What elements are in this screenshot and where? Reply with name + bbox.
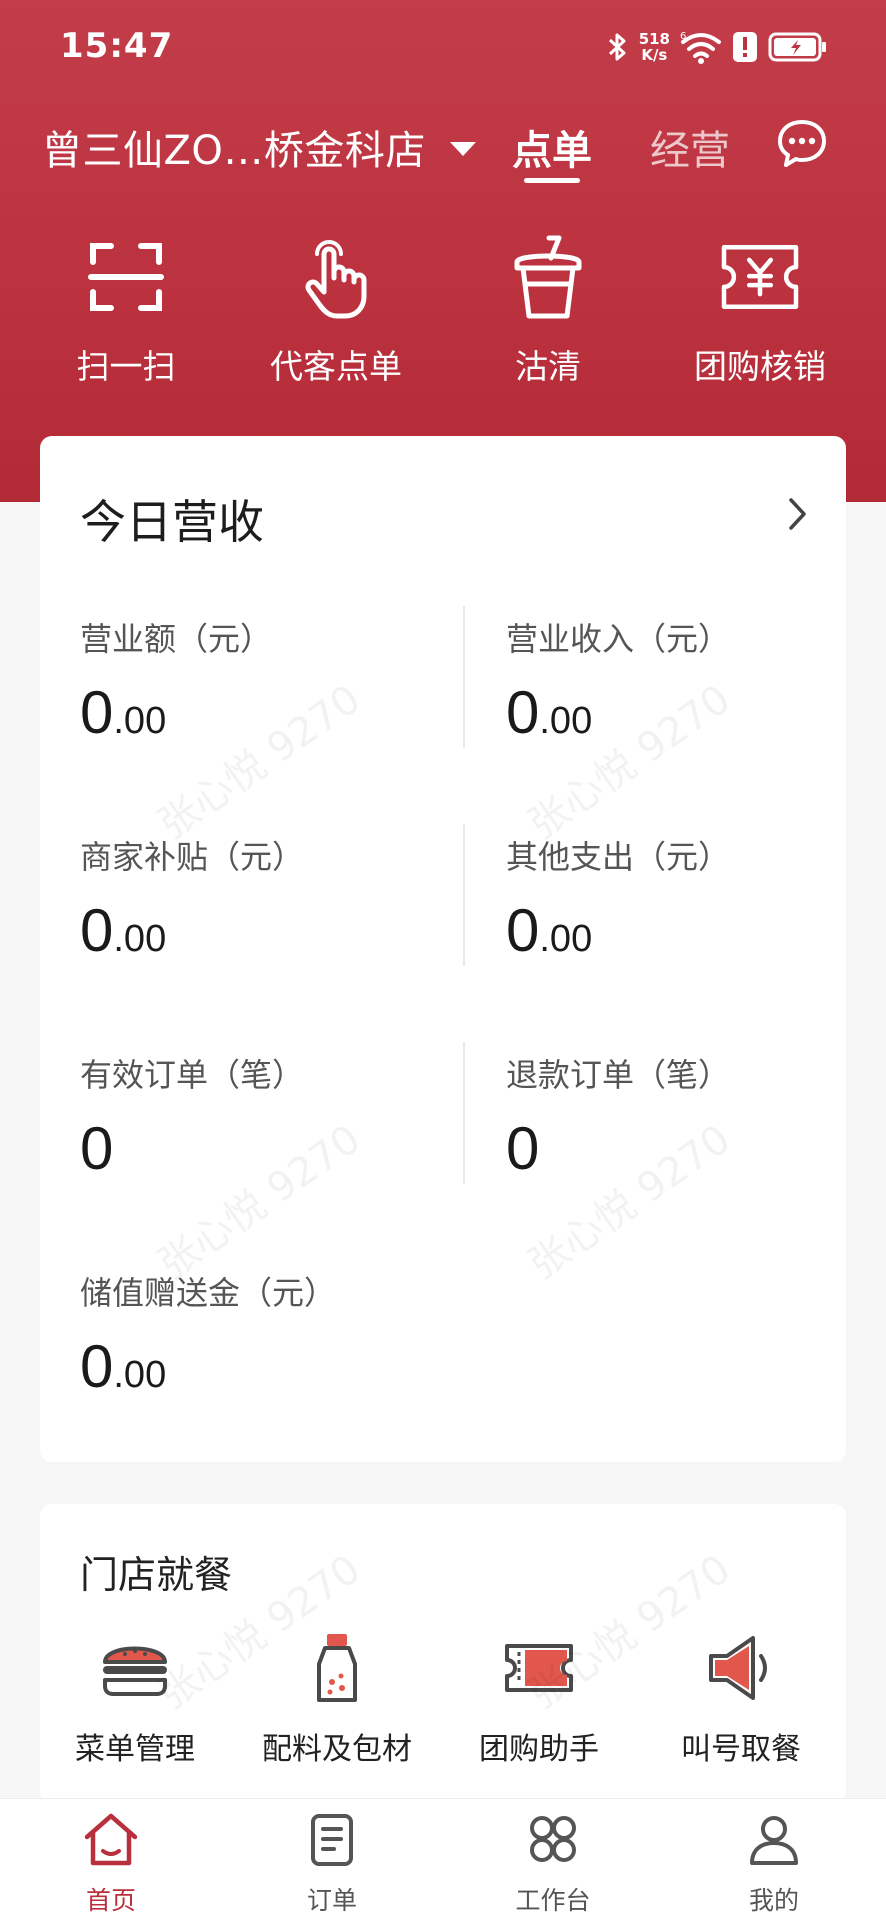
- burger-icon: [103, 1646, 167, 1696]
- divider: [463, 824, 465, 966]
- quick-action-assist-order[interactable]: 代客点单: [236, 232, 436, 388]
- nav-label: 订单: [306, 1886, 357, 1915]
- metric-label: 其他支出（元）: [506, 838, 731, 876]
- metric-value: 0.00: [80, 897, 167, 964]
- dine-item-label: 菜单管理: [75, 1732, 195, 1767]
- metric-revenue: 营业额（元） 0.00: [80, 614, 440, 747]
- metric-label: 有效订单（笔）: [80, 1056, 305, 1094]
- card-title: 门店就餐: [80, 1553, 233, 1597]
- active-tab-indicator: [524, 178, 580, 183]
- quick-action-scan[interactable]: 扫一扫: [26, 232, 226, 388]
- dine-item-call-number[interactable]: 叫号取餐: [646, 1630, 836, 1768]
- divider: [463, 1042, 465, 1184]
- tab-order[interactable]: 点单: [512, 118, 592, 176]
- nav-item-me[interactable]: 我的: [694, 1809, 854, 1917]
- quick-action-label: 沽清: [515, 347, 581, 386]
- dine-item-label: 团购助手: [479, 1732, 599, 1767]
- nav-label: 工作台: [515, 1886, 591, 1915]
- metric-valid-orders: 有效订单（笔） 0: [80, 1050, 440, 1183]
- status-time: 15:47: [60, 26, 174, 66]
- quick-action-sold-out[interactable]: 沽清: [448, 232, 648, 388]
- metric-label: 储值赠送金（元）: [80, 1274, 337, 1312]
- metric-label: 营业收入（元）: [506, 620, 731, 658]
- dine-in-card: 门店就餐 菜单管理 配料及包材 团购助手 叫号取餐: [40, 1504, 846, 1804]
- quick-action-group-buy-verify[interactable]: 团购核销: [660, 232, 860, 388]
- dine-item-label: 配料及包材: [262, 1732, 412, 1767]
- metric-merchant-subsidy: 商家补贴（元） 0.00: [80, 832, 440, 965]
- nav-item-workbench[interactable]: 工作台: [473, 1809, 633, 1917]
- card-title: 今日营收: [80, 495, 264, 549]
- caret-down-icon: [449, 142, 476, 156]
- bluetooth-icon: [608, 33, 626, 61]
- tap-hand-icon: [305, 240, 367, 319]
- dine-item-group-buy-assistant[interactable]: 团购助手: [444, 1630, 634, 1768]
- bottom-nav: 首页 订单 工作台 我的: [0, 1798, 886, 1920]
- chat-bubble-icon[interactable]: [776, 118, 828, 170]
- metric-value: 0: [506, 1115, 540, 1182]
- nav-item-home[interactable]: 首页: [31, 1809, 191, 1917]
- status-bar: 15:47 518 K/s 6: [0, 0, 886, 100]
- wifi-icon: 6: [680, 31, 721, 64]
- network-speed-unit: K/s: [641, 46, 668, 64]
- drink-cup-icon: [514, 235, 582, 319]
- quick-action-label: 扫一扫: [76, 347, 176, 386]
- condiment-bottle-icon: [317, 1634, 357, 1702]
- nav-label: 首页: [85, 1886, 136, 1915]
- metric-label: 退款订单（笔）: [506, 1056, 731, 1094]
- today-revenue-card[interactable]: 今日营收 营业额（元） 0.00 营业收入（元） 0.00 商家补贴（元） 0.…: [40, 436, 846, 1462]
- dine-item-menu[interactable]: 菜单管理: [40, 1630, 230, 1768]
- user-icon: [750, 1816, 798, 1865]
- yen-ticket-icon: [721, 245, 799, 309]
- grid-apps-icon: [530, 1816, 576, 1862]
- divider: [463, 606, 465, 748]
- quick-action-label: 团购核销: [694, 347, 826, 386]
- home-icon: [84, 1813, 138, 1866]
- metric-label: 商家补贴（元）: [80, 838, 305, 876]
- dine-item-label: 叫号取餐: [681, 1732, 801, 1767]
- store-name: 曾三仙ZO…桥金科店: [42, 128, 426, 174]
- quick-actions: 扫一扫 代客点单 沽清 团购核销: [0, 232, 886, 402]
- quick-action-label: 代客点单: [270, 347, 402, 386]
- tab-business[interactable]: 经营: [650, 118, 730, 176]
- nav-label: 我的: [748, 1886, 799, 1915]
- battery-charging-icon: [768, 32, 826, 62]
- chevron-right-icon[interactable]: [782, 494, 812, 534]
- app-header: 曾三仙ZO…桥金科店 点单 经营: [0, 110, 886, 190]
- signal-badge: 6: [680, 31, 686, 42]
- metric-income: 营业收入（元） 0.00: [506, 614, 866, 747]
- network-speed: 518 K/s: [639, 31, 670, 63]
- scan-icon: [88, 243, 164, 311]
- nav-item-orders[interactable]: 订单: [252, 1809, 412, 1917]
- network-speed-value: 518: [638, 30, 670, 48]
- alert-icon: [733, 32, 757, 62]
- dine-item-ingredients[interactable]: 配料及包材: [242, 1630, 432, 1768]
- coupon-icon: [505, 1644, 573, 1692]
- metric-value: 0.00: [506, 897, 593, 964]
- metric-value: 0.00: [80, 679, 167, 746]
- metric-label: 营业额（元）: [80, 620, 273, 658]
- metric-value: 0.00: [80, 1333, 167, 1400]
- order-list-icon: [311, 1814, 353, 1866]
- megaphone-icon: [709, 1636, 767, 1700]
- metric-value: 0.00: [506, 679, 593, 746]
- store-selector[interactable]: 曾三仙ZO…桥金科店: [42, 118, 476, 176]
- metric-other-expense: 其他支出（元） 0.00: [506, 832, 866, 965]
- status-icons: 518 K/s 6: [607, 30, 828, 64]
- metric-refund-orders: 退款订单（笔） 0: [506, 1050, 866, 1183]
- metric-stored-value-bonus: 储值赠送金（元） 0.00: [80, 1268, 440, 1401]
- metric-value: 0: [80, 1115, 114, 1182]
